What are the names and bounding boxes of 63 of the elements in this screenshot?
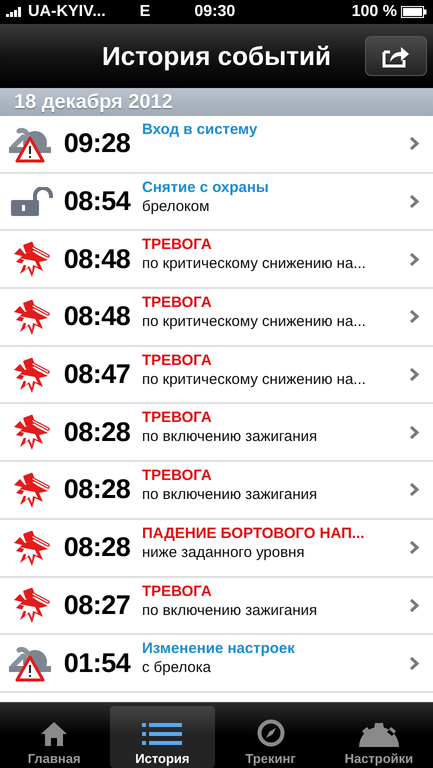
event-description: по включению зажигания <box>142 602 318 618</box>
chevron-icon <box>409 540 419 556</box>
event-time: 08:48 <box>62 244 132 275</box>
event-title: Изменение настроек <box>142 640 296 658</box>
event-row[interactable]: 08:47 ТРЕВОГА по критическому снижению на... <box>0 346 433 404</box>
event-description: по критическому снижению на... <box>142 255 367 272</box>
open-padlock-icon <box>9 186 53 217</box>
event-title: ТРЕВОГА <box>142 352 213 369</box>
event-time: 08:28 <box>62 416 132 448</box>
screen-title: История событий <box>102 40 331 72</box>
carrier-name: UA-KYIV... <box>28 3 106 21</box>
event-description: брелоком <box>142 198 210 215</box>
date-label: 18 декабря 2012 <box>14 90 173 114</box>
event-row[interactable]: 08:48 ТРЕВОГА по критическому снижению на... <box>0 231 433 290</box>
chevron-icon <box>409 656 419 671</box>
event-title: Снятие с охраны <box>142 178 270 196</box>
tab-item[interactable]: Главная <box>2 706 106 768</box>
battery-percent: 100 % <box>352 3 397 21</box>
event-row[interactable]: 08:48 ТРЕВОГА по критическому снижению на... <box>0 289 433 347</box>
list-icon <box>142 721 182 747</box>
chevron-icon <box>409 309 419 324</box>
chevron-icon <box>409 482 419 498</box>
share-button[interactable] <box>365 36 427 76</box>
chevron-icon <box>409 194 419 210</box>
event-time: 08:48 <box>62 301 132 332</box>
compass-icon <box>256 719 285 747</box>
gear-icon <box>356 721 401 747</box>
event-title: ТРЕВОГА <box>142 582 213 600</box>
share-icon <box>382 44 410 68</box>
tab-item[interactable]: Настройки <box>326 706 431 768</box>
event-time: 08:47 <box>62 359 132 390</box>
network-type: E <box>140 3 150 21</box>
event-time: 01:54 <box>62 648 132 679</box>
chevron-icon <box>409 598 419 613</box>
chevron-icon <box>409 252 419 267</box>
status-time: 09:30 <box>194 3 236 21</box>
event-title: ТРЕВОГА <box>142 409 213 426</box>
event-description: по включению зажигания <box>142 486 318 504</box>
event-time: 09:28 <box>62 128 132 160</box>
battery-icon <box>401 6 427 18</box>
event-time: 08:27 <box>62 590 132 621</box>
event-title: ТРЕВОГА <box>142 294 213 312</box>
event-title: ТРЕВОГА <box>142 236 213 254</box>
event-description: по критическому снижению на... <box>142 313 367 330</box>
event-description: по включению зажигания <box>142 428 318 446</box>
event-time: 08:28 <box>62 474 132 506</box>
event-time: 08:54 <box>62 186 132 218</box>
chevron-icon <box>409 424 419 440</box>
tab-item[interactable]: Трекинг <box>218 706 323 768</box>
settings-warning-icon <box>9 644 53 682</box>
signal-icon <box>6 7 24 17</box>
tab-item[interactable]: История <box>110 706 214 768</box>
chevron-icon <box>409 136 419 152</box>
event-description: с брелока <box>142 659 212 676</box>
event-title: Вход в систему <box>142 121 258 138</box>
event-row[interactable]: 09:28 Вход в систему <box>0 116 433 174</box>
event-title: ПАДЕНИЕ БОРТОВОГО НАП... <box>142 524 366 542</box>
event-description: по критическому снижению на... <box>142 370 367 388</box>
event-title: ТРЕВОГА <box>142 467 213 484</box>
event-description: ниже заданного уровня <box>142 544 306 561</box>
home-icon <box>40 721 68 747</box>
chevron-icon <box>409 367 419 382</box>
event-time: 08:28 <box>62 532 132 564</box>
